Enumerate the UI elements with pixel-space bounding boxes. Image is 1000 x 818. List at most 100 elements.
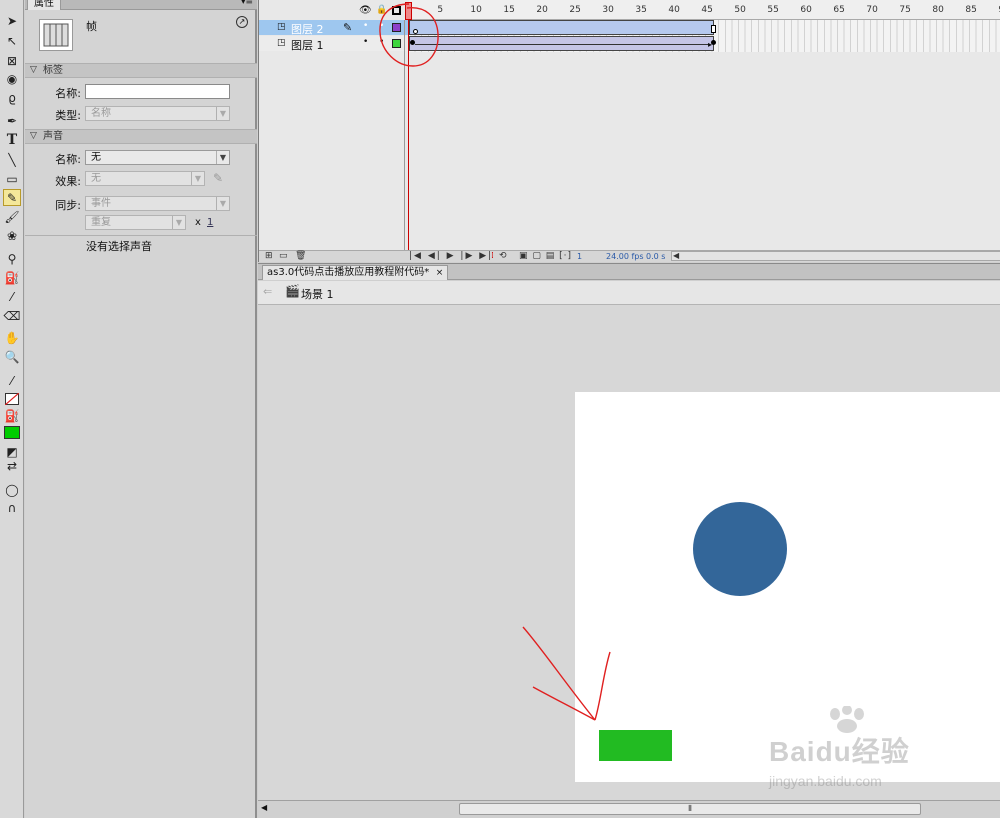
properties-tabbar: 属性 ▾≡ <box>25 0 257 10</box>
green-button-rect[interactable] <box>599 730 672 761</box>
panel-menu-icon[interactable]: ▾≡ <box>241 0 253 7</box>
sound-name-value: 无 <box>91 152 101 163</box>
3d-rotation-tool-icon[interactable]: ◉ <box>3 70 21 87</box>
properties-tab[interactable]: 属性 <box>27 0 61 10</box>
scrollbar-thumb[interactable]: ⦀ <box>459 803 921 815</box>
ruler-frame-number: 10 <box>470 5 482 15</box>
close-tab-icon[interactable]: × <box>436 266 444 280</box>
help-icon[interactable]: ↗ <box>236 16 248 28</box>
pen-tool-icon[interactable]: ✒ <box>3 112 21 129</box>
zoom-tool-icon[interactable]: 🔍 <box>3 348 21 365</box>
chevron-down-icon: ▼ <box>172 216 185 229</box>
label-type-select[interactable]: 名称 ▼ <box>85 106 230 121</box>
frame-ruler[interactable]: 15101520253035404550556065707580859 <box>409 0 1000 20</box>
ruler-frame-number: 80 <box>932 5 944 15</box>
stroke-swatch[interactable] <box>3 390 21 407</box>
ruler-frame-number: 60 <box>800 5 812 15</box>
fill-color-icon[interactable]: ⛽ <box>3 407 21 424</box>
ruler-frame-number: 35 <box>635 5 647 15</box>
time-value: 0.0 s <box>646 252 666 261</box>
chevron-down-icon: ▼ <box>191 172 204 185</box>
repeat-count-value[interactable]: 1 <box>207 217 213 228</box>
text-tool-icon[interactable]: T <box>3 131 21 148</box>
hand-tool-icon[interactable]: ✋ <box>3 329 21 346</box>
document-tab[interactable]: as3.0代码点击播放应用教程附代码* × <box>262 265 449 280</box>
sound-section-header[interactable]: ▽ 声音 <box>25 129 257 144</box>
label-name-label: 名称: <box>55 87 81 100</box>
collapse-triangle-icon: ▽ <box>30 131 37 141</box>
tween-arrow-line <box>415 44 709 45</box>
playback-controls-icon[interactable]: |◀ ◀| ▶ |▶ ▶| <box>409 251 493 261</box>
watermark-brand: Baidu经验 <box>769 736 910 767</box>
ruler-frame-number: 15 <box>503 5 515 15</box>
loop-icon[interactable]: ⟲ <box>499 251 507 261</box>
scroll-left-icon[interactable]: ◀ <box>673 251 679 260</box>
timeline-hscroll[interactable] <box>671 251 1000 261</box>
edit-bar: ⇐ 🎬 场景 1 <box>258 281 1000 305</box>
delete-layer-icon[interactable]: 🗑 <box>295 251 306 261</box>
bone-tool-icon[interactable]: ⚲ <box>3 250 21 267</box>
scene-breadcrumb[interactable]: 场景 1 <box>301 286 334 302</box>
swap-colors-icon[interactable]: ⇄ <box>3 457 21 474</box>
selection-tool-icon[interactable]: ➤ <box>3 12 21 29</box>
no-sound-selected-text: 没有选择声音 <box>86 240 152 253</box>
line-tool-icon[interactable]: ╲ <box>3 151 21 168</box>
label-section-title: 标签 <box>43 65 63 76</box>
scroll-left-icon[interactable]: ◀ <box>261 803 267 812</box>
free-transform-tool-icon[interactable]: ⊠ <box>3 52 21 69</box>
section-divider <box>25 235 257 236</box>
sound-sync-label: 同步: <box>55 199 81 212</box>
sound-repeat-select[interactable]: 重复 ▼ <box>85 215 186 230</box>
document-tab-title: as3.0代码点击播放应用教程附代码* <box>267 267 430 278</box>
sound-section-title: 声音 <box>43 131 63 142</box>
pencil-tool-icon[interactable]: ✎ <box>3 189 21 206</box>
label-type-value: 名称 <box>91 108 111 119</box>
ruler-frame-number: 50 <box>734 5 746 15</box>
brush-tool-icon[interactable]: 🖌 <box>3 208 21 225</box>
back-arrow-icon[interactable]: ⇐ <box>263 285 272 298</box>
sound-sync-select[interactable]: 事件 ▼ <box>85 196 230 211</box>
stroke-color-icon[interactable]: ⁄ <box>3 372 21 389</box>
sound-effect-select[interactable]: 无 ▼ <box>85 171 205 186</box>
layer-name[interactable]: 图层 1 <box>291 37 324 53</box>
sound-effect-value: 无 <box>91 173 101 184</box>
annotation-arrow <box>522 626 611 721</box>
new-folder-icon[interactable]: ▭ <box>279 251 288 261</box>
label-section-header[interactable]: ▽ 标签 <box>25 63 257 78</box>
blue-circle-shape[interactable] <box>693 502 787 596</box>
object-drawing-icon[interactable]: ◯ <box>3 481 21 498</box>
fill-swatch[interactable] <box>3 424 21 441</box>
baidu-watermark: Baidu经验 jingyan.baidu.com <box>755 700 975 800</box>
center-frame-icon[interactable]: ⁞ <box>491 251 494 261</box>
subselection-tool-icon[interactable]: ↖ <box>3 32 21 49</box>
label-name-input[interactable] <box>85 84 230 99</box>
fps-value[interactable]: 24.00 fps <box>606 252 644 261</box>
tools-panel: ➤ ↖ ⊠ ◉ ϱ ✒ T ╲ ▭ ✎ 🖌 ❀ ⚲ ⛽ ⁄ ⌫ ✋ 🔍 ⁄ ⛽ … <box>0 0 24 818</box>
ruler-frame-number: 20 <box>536 5 548 15</box>
sound-name-select[interactable]: 无 ▼ <box>85 150 230 165</box>
onion-skin-icons[interactable]: ▣ ▢ ▤ [·] <box>519 251 572 261</box>
ruler-frame-number: 30 <box>602 5 614 15</box>
rectangle-tool-icon[interactable]: ▭ <box>3 170 21 187</box>
ruler-frame-number: 40 <box>668 5 680 15</box>
repeat-x-label: x <box>195 217 201 228</box>
stage-horizontal-scrollbar[interactable]: ◀ ⦀ <box>258 800 1000 818</box>
snap-magnet-icon[interactable]: ∩ <box>3 499 21 516</box>
ruler-frame-number: 70 <box>866 5 878 15</box>
lasso-tool-icon[interactable]: ϱ <box>3 89 21 106</box>
chevron-down-icon: ▼ <box>216 151 229 164</box>
eraser-tool-icon[interactable]: ⌫ <box>3 307 21 324</box>
keyframe-dot[interactable] <box>711 40 716 45</box>
edit-envelope-pencil-icon[interactable]: ✎ <box>213 171 223 185</box>
new-layer-icon[interactable]: ⊞ <box>265 251 273 261</box>
deco-tool-icon[interactable]: ❀ <box>3 227 21 244</box>
paint-bucket-tool-icon[interactable]: ⛽ <box>3 269 21 286</box>
layer-icon: ◳ <box>277 22 286 32</box>
edit-pencil-icon: ✎ <box>343 21 353 34</box>
layer-name[interactable]: 图层 2 <box>291 21 324 37</box>
sound-repeat-value: 重复 <box>91 217 111 228</box>
eyedropper-tool-icon[interactable]: ⁄ <box>3 288 21 305</box>
properties-panel: 属性 ▾≡ 帧 ↗ ▽ 标签 名称: 类型: 名称 ▼ ▽ 声音 名称: 无 ▼… <box>25 0 257 818</box>
label-type-label: 类型: <box>55 109 81 122</box>
layer-2-frame-span[interactable] <box>409 20 714 35</box>
